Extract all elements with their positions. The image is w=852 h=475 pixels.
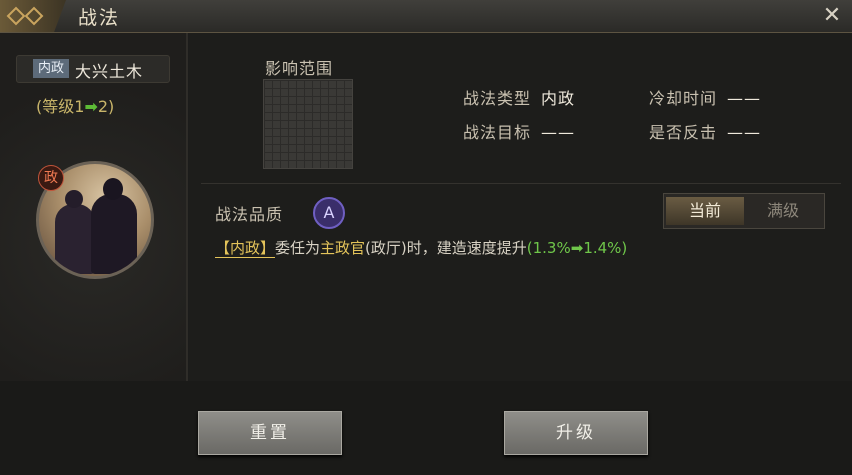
skill-target-label: 战法目标 [463,123,532,142]
skill-target-value: —— [541,123,576,142]
range-grid [263,79,353,169]
skill-summary-panel: 内政 大兴土木 (等级1➡2) 政 [0,33,188,381]
description-text: (政厅)时，建造速度提升 [365,239,527,257]
skill-type-tag: 内政 [33,59,69,78]
level-view-toggle: 当前 满级 [663,193,825,229]
upgrade-button[interactable]: 升级 [504,411,648,455]
politics-badge: 政 [38,165,64,191]
portrait-head [103,178,123,200]
description-text: 委任为 [275,239,321,257]
close-button[interactable]: ✕ [820,4,844,28]
range-label: 影响范围 [265,59,334,78]
counterattack-row: 是否反击 —— [649,119,761,143]
level-arrow-icon: ➡ [84,97,98,116]
divider [201,183,841,184]
skill-level: (等级1➡2) [36,93,114,117]
portrait-figure [91,194,137,274]
value-from: 1.3% [532,239,571,257]
toggle-current[interactable]: 当前 [666,197,744,225]
description-tag: 【内政】 [215,239,276,258]
action-bar: 重置 升级 [0,381,852,475]
reset-button[interactable]: 重置 [198,411,342,455]
quality-label: 战法品质 [215,205,284,224]
level-to: 2) [97,97,115,116]
toggle-max-level[interactable]: 满级 [744,197,822,225]
cooldown-value: —— [727,89,762,108]
close-icon: ✕ [822,3,842,28]
skill-target-row: 战法目标 —— [463,119,575,143]
skill-name: 大兴土木 [75,62,144,81]
description-highlight: 主政官 [320,239,366,257]
skill-type-row: 战法类型 内政 [463,85,575,109]
cooldown-label: 冷却时间 [649,89,718,108]
ornament-icon [6,6,44,26]
skill-type-value: 内政 [541,89,576,108]
cooldown-row: 冷却时间 —— [649,85,761,109]
window-title: 战法 [78,7,121,29]
title-ornament [0,0,66,32]
level-from: (等级1 [36,97,85,116]
portrait-head [65,190,83,208]
value-to: 1.4% [583,239,622,257]
title-bar: 战法 ✕ [0,0,852,33]
counterattack-label: 是否反击 [649,123,718,142]
counterattack-value: —— [727,123,762,142]
portrait-figure [55,204,95,274]
description-paren: ) [621,239,628,257]
skill-type-label: 战法类型 [463,89,532,108]
value-arrow-icon: ➡ [570,239,584,257]
quality-grade-badge: A [313,197,345,229]
skill-description: 【内政】委任为主政官(政厅)时，建造速度提升(1.3%➡1.4%) [215,237,627,258]
skill-detail-panel: 影响范围 战法类型 内政 冷却时间 —— 战法目标 —— 是否反击 —— 战法品质 A … [189,33,852,381]
skill-name-box: 内政 大兴土木 [16,55,170,83]
